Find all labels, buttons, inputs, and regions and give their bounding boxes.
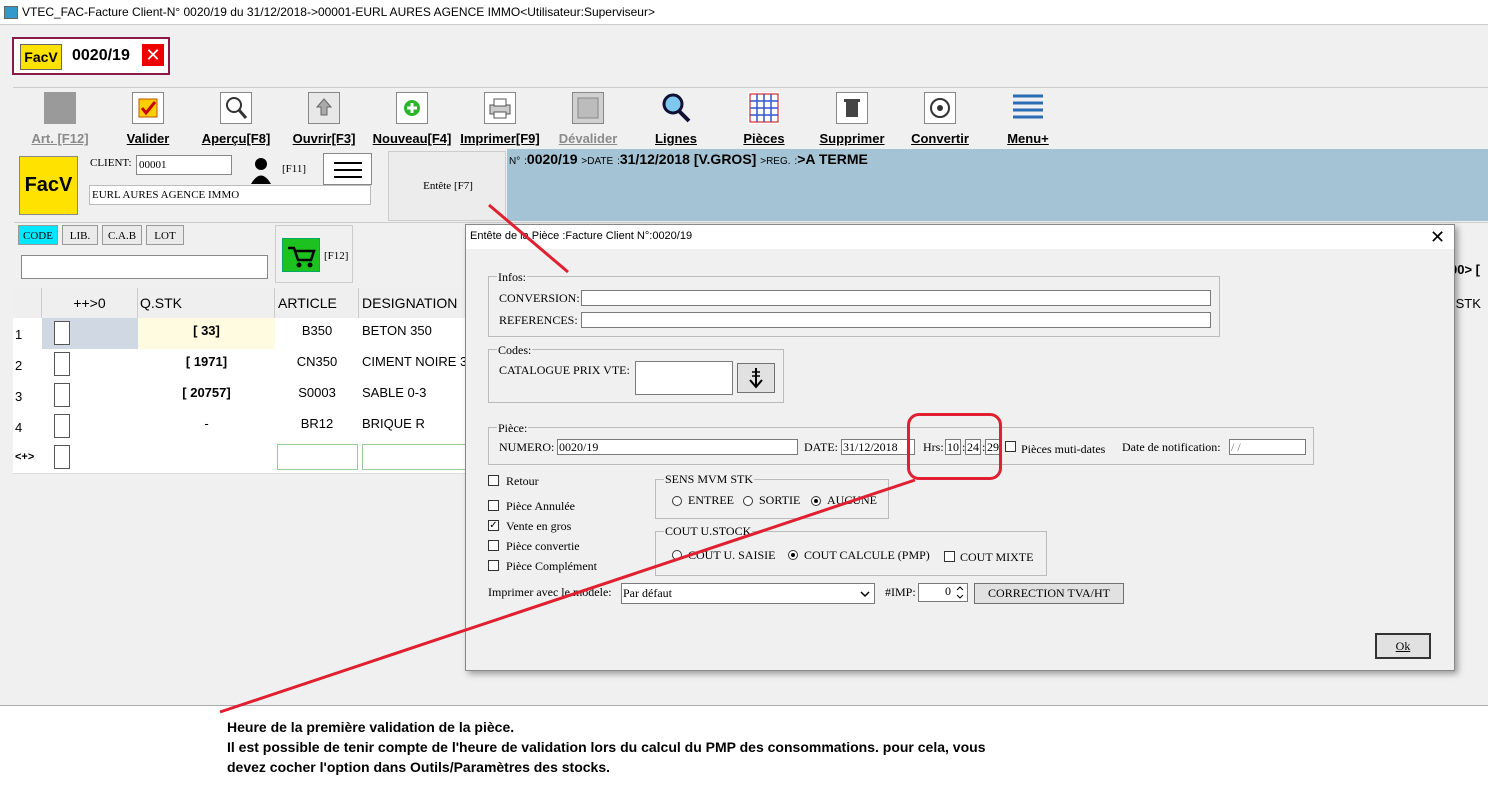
- annotation-arrows: [219, 203, 916, 714]
- annotation-line-1: Heure de la première validation de la pi…: [227, 719, 515, 735]
- annotation-line-hours: [219, 478, 916, 714]
- annotation-line-3: devez cocher l'option dans Outils/Paramè…: [227, 759, 611, 775]
- annotation-text: Heure de la première validation de la pi…: [227, 717, 985, 777]
- annotation-line-entete: [488, 203, 569, 274]
- annotation-line-2: Il est possible de tenir compte de l'heu…: [227, 739, 986, 755]
